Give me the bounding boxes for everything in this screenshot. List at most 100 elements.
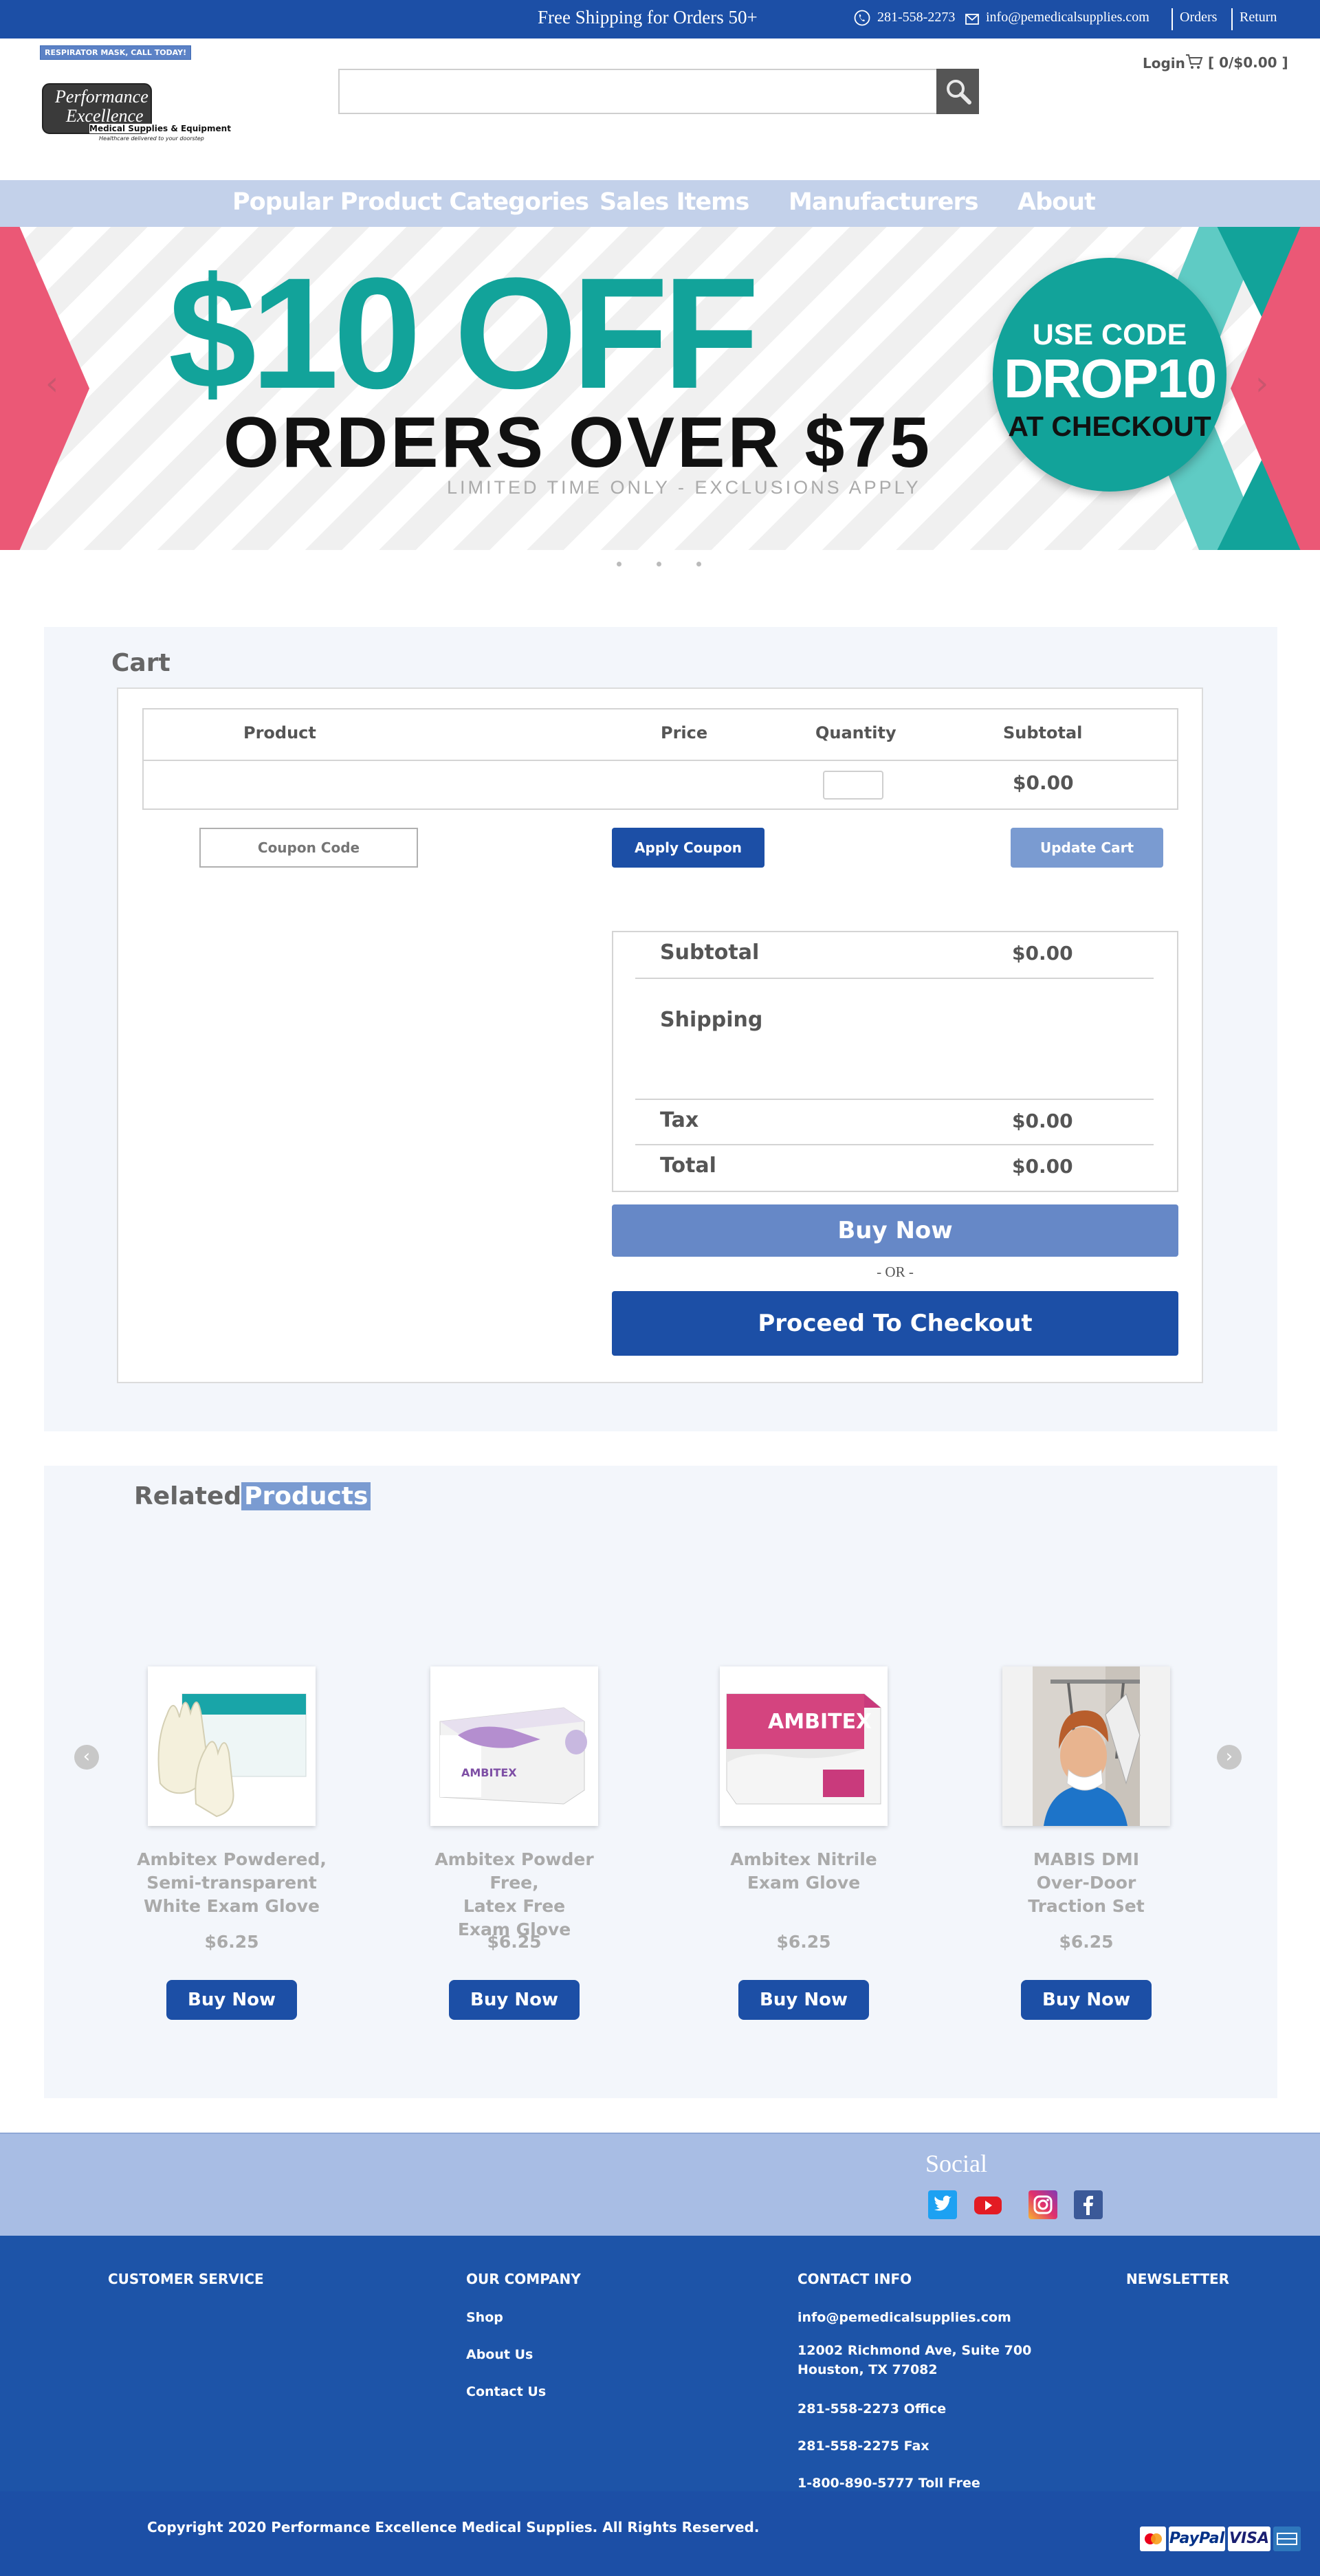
coupon-code-input[interactable] bbox=[199, 828, 418, 868]
social-title: Social bbox=[925, 2150, 987, 2177]
footer-toll-free[interactable]: 1-800-890-5777 Toll Free bbox=[798, 2474, 980, 2493]
product-buy-now-button[interactable]: Buy Now bbox=[1021, 1980, 1152, 2020]
product-name-line: Latex Free bbox=[463, 1896, 566, 1916]
twitter-icon[interactable] bbox=[928, 2190, 957, 2219]
logo[interactable]: Performance Excellence Medical Supplies … bbox=[41, 82, 231, 146]
search-button[interactable] bbox=[936, 69, 979, 114]
row-subtotal: $0.00 bbox=[1013, 771, 1074, 794]
cart-summary: [ 0/$0.00 ] bbox=[1207, 54, 1288, 71]
total-label: Total bbox=[660, 1154, 716, 1178]
divider bbox=[635, 1144, 1154, 1145]
promo-code-circle: USE CODE DROP10 AT CHECKOUT bbox=[993, 258, 1226, 492]
slide-indicator[interactable] bbox=[696, 562, 701, 566]
product-name[interactable]: Ambitex Powdered, Semi-transparent White… bbox=[129, 1848, 335, 1918]
svg-text:AMBITEX: AMBITEX bbox=[461, 1766, 517, 1779]
footer-link-shop[interactable]: Shop bbox=[466, 2308, 503, 2327]
divider bbox=[635, 978, 1154, 979]
footer-fax: 281-558-2275 Fax bbox=[798, 2439, 930, 2454]
promo-code-label: AT CHECKOUT bbox=[1008, 410, 1211, 442]
product-buy-now-button[interactable]: Buy Now bbox=[449, 1980, 580, 2020]
cart-icon bbox=[1185, 54, 1203, 74]
total-value: $0.00 bbox=[1012, 1155, 1073, 1178]
subtotal-label: Subtotal bbox=[660, 940, 760, 965]
product-price: $6.25 bbox=[776, 1932, 831, 1952]
phone-link[interactable]: 281-558-2273 bbox=[877, 10, 955, 25]
carousel-prev-arrow[interactable]: ‹ bbox=[74, 1745, 99, 1770]
footer-heading-customer-service: CUSTOMER SERVICE bbox=[108, 2271, 264, 2287]
footer-address-line: 12002 Richmond Ave, Suite 700 bbox=[798, 2343, 1032, 2358]
related-title-highlight: Products bbox=[241, 1482, 371, 1510]
product-image[interactable]: AMBITEX bbox=[720, 1666, 888, 1826]
slide-indicator[interactable] bbox=[657, 562, 661, 566]
paypal-icon: PayPal bbox=[1169, 2527, 1225, 2551]
nav-about[interactable]: About bbox=[1018, 188, 1096, 216]
login-link[interactable]: Login bbox=[1143, 55, 1185, 71]
mini-cart[interactable]: [ 0/$0.00 ] bbox=[1185, 54, 1288, 74]
divider bbox=[635, 1099, 1154, 1100]
copyright-text: Copyright 2020 Performance Excellence Me… bbox=[147, 2519, 760, 2535]
product-name-line: Traction Set bbox=[1028, 1896, 1145, 1916]
footer-link-about-us[interactable]: About Us bbox=[466, 2345, 533, 2364]
carousel-next-arrow[interactable]: › bbox=[1217, 1745, 1242, 1770]
promo-banner[interactable]: ‹ › $10 OFF ORDERS OVER $75 LIMITED TIME… bbox=[0, 227, 1320, 550]
product-price: $6.25 bbox=[204, 1932, 259, 1952]
youtube-icon[interactable] bbox=[974, 2190, 1002, 2219]
slide-indicator[interactable] bbox=[617, 562, 622, 566]
product-image[interactable] bbox=[1002, 1666, 1170, 1826]
cart-title: Cart bbox=[111, 649, 170, 677]
logo-text: Performance bbox=[55, 87, 148, 107]
main-nav: Popular Product Categories Sales Items M… bbox=[0, 180, 1320, 227]
banner-subheadline: ORDERS OVER $75 bbox=[223, 403, 932, 483]
instagram-icon[interactable] bbox=[1028, 2190, 1057, 2219]
mastercard-icon bbox=[1140, 2527, 1166, 2551]
product-name[interactable]: MABIS DMI Over-Door Traction Set bbox=[983, 1848, 1189, 1918]
column-header-product: Product bbox=[243, 723, 316, 742]
footer-address-line: Houston, TX 77082 bbox=[798, 2362, 938, 2377]
visa-icon: VISA bbox=[1228, 2527, 1270, 2551]
divider bbox=[1172, 8, 1173, 30]
banner-next-arrow[interactable]: › bbox=[1255, 364, 1268, 403]
amex-icon bbox=[1273, 2527, 1301, 2551]
phone-icon bbox=[854, 10, 870, 30]
promo-code: DROP10 bbox=[1003, 348, 1217, 409]
email-icon bbox=[965, 12, 979, 28]
product-name-line: Over-Door bbox=[1036, 1873, 1136, 1893]
nav-popular-categories[interactable]: Popular Product Categories bbox=[232, 188, 589, 216]
proceed-to-checkout-button[interactable]: Proceed To Checkout bbox=[612, 1291, 1178, 1356]
search-icon bbox=[945, 78, 971, 107]
facebook-icon[interactable] bbox=[1074, 2190, 1103, 2219]
search-input[interactable] bbox=[338, 69, 938, 114]
email-link[interactable]: info@pemedicalsupplies.com bbox=[986, 10, 1150, 25]
orders-link[interactable]: Orders bbox=[1180, 10, 1217, 25]
product-name-line: Semi-transparent bbox=[146, 1873, 317, 1893]
product-name[interactable]: Ambitex Powder Free, Latex Free Exam Glo… bbox=[411, 1848, 617, 1941]
product-image[interactable]: AMBITEX bbox=[430, 1666, 598, 1826]
product-buy-now-button[interactable]: Buy Now bbox=[166, 1980, 297, 2020]
footer-phone-office[interactable]: 281-558-2273 Office bbox=[798, 2399, 946, 2419]
banner-headline: $10 OFF bbox=[168, 245, 760, 421]
buy-now-button[interactable]: Buy Now bbox=[612, 1204, 1178, 1257]
product-image[interactable] bbox=[148, 1666, 316, 1826]
update-cart-button[interactable]: Update Cart bbox=[1011, 828, 1163, 868]
product-buy-now-button[interactable]: Buy Now bbox=[738, 1980, 869, 2020]
banner-prev-arrow[interactable]: ‹ bbox=[45, 364, 58, 403]
apply-coupon-button[interactable]: Apply Coupon bbox=[612, 828, 764, 868]
footer-heading-contact-info: CONTACT INFO bbox=[798, 2271, 912, 2287]
column-header-price: Price bbox=[661, 723, 708, 742]
respirator-badge[interactable]: RESPIRATOR MASK, CALL TODAY! bbox=[40, 45, 192, 60]
footer-heading-newsletter: NEWSLETTER bbox=[1126, 2271, 1230, 2287]
footer-contact-email[interactable]: info@pemedicalsupplies.com bbox=[798, 2308, 1011, 2327]
return-link[interactable]: Return bbox=[1240, 10, 1277, 25]
banner-disclaimer: LIMITED TIME ONLY - EXCLUSIONS APPLY bbox=[447, 477, 921, 498]
footer-link-contact-us[interactable]: Contact Us bbox=[466, 2382, 546, 2401]
or-separator: - OR - bbox=[877, 1264, 914, 1280]
logo-tagline: Healthcare delivered to your doorstep bbox=[99, 135, 204, 142]
quantity-input[interactable] bbox=[823, 771, 883, 800]
top-bar: Free Shipping for Orders 50+ 281-558-227… bbox=[0, 0, 1320, 38]
divider bbox=[1231, 8, 1233, 30]
product-price: $6.25 bbox=[487, 1932, 542, 1952]
related-title-text: Related bbox=[134, 1482, 242, 1510]
nav-sales-items[interactable]: Sales Items bbox=[600, 188, 749, 216]
nav-manufacturers[interactable]: Manufacturers bbox=[789, 188, 979, 216]
product-name[interactable]: Ambitex Nitrile Exam Glove bbox=[701, 1848, 907, 1895]
